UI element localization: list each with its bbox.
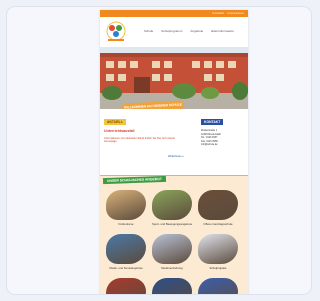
news-read-more-link[interactable]: Weiterlesen » xyxy=(168,155,184,158)
site-header: Schule Schulprogramm Angebote Elterninfo… xyxy=(100,17,248,47)
school-building-illustration xyxy=(100,47,248,109)
offer-tile[interactable]: Schulprojekte xyxy=(198,234,238,270)
offer-tile[interactable]: Offene Ganztagsschule xyxy=(198,190,238,226)
offer-heading: UNSER SCHULISCHES ANGEBOT xyxy=(102,175,166,185)
offer-tile[interactable] xyxy=(106,278,146,294)
offer-tile[interactable]: Musik- und Kunstangebote xyxy=(106,234,146,270)
offer-tile[interactable]: Sport- und Bewegungsangebote xyxy=(152,190,192,226)
offer-tile-photo[interactable] xyxy=(198,234,238,264)
offer-tile[interactable]: Medienerziehung xyxy=(152,234,192,270)
top-links[interactable]: Kontakt · Impressum xyxy=(213,11,244,15)
news-title[interactable]: Unterrichtsausfall xyxy=(104,129,135,133)
nav-item-schulprogramm[interactable]: Schulprogramm xyxy=(161,29,182,33)
offer-tile-photo[interactable] xyxy=(106,234,146,264)
contact-info: Musterstraße 1 12345 Musterstadt Tel.: 0… xyxy=(201,129,221,147)
offer-tile[interactable]: Förderkurse xyxy=(106,190,146,226)
top-bar: Kontakt · Impressum xyxy=(100,10,248,17)
offer-tile[interactable] xyxy=(152,278,192,294)
news-tag: AKTUELL xyxy=(104,119,126,125)
offer-tile-label[interactable]: Schulprojekte xyxy=(198,266,238,270)
offer-section: UNSER SCHULISCHES ANGEBOT Förderkurse Spo… xyxy=(100,175,248,294)
hero-image: WILLKOMMEN AN UNSERER SCHULE xyxy=(100,47,248,109)
browser-card: Kontakt · Impressum Schule Schulprogramm… xyxy=(6,6,312,295)
nav-item-angebote[interactable]: Angebote xyxy=(190,29,203,33)
offer-tile-label[interactable]: Medienerziehung xyxy=(152,266,192,270)
offer-tile[interactable] xyxy=(198,278,238,294)
offer-tile-label[interactable]: Musik- und Kunstangebote xyxy=(106,266,146,270)
offer-tile-label[interactable]: Offene Ganztagsschule xyxy=(198,222,238,226)
news-section: AKTUELL Unterrichtsausfall Informationen… xyxy=(100,115,248,175)
offer-tile-photo[interactable] xyxy=(152,190,192,220)
contact-email-link[interactable]: info@schule.de xyxy=(201,143,221,147)
nav-item-elterninformation[interactable]: Elterninformation xyxy=(211,29,234,33)
news-text: Informationen zum aktuellen Stand finden… xyxy=(104,137,176,144)
offer-tile-label[interactable]: Sport- und Bewegungsangebote xyxy=(152,222,192,226)
main-nav: Schule Schulprogramm Angebote Elterninfo… xyxy=(144,29,234,33)
offer-tile-label[interactable]: Förderkurse xyxy=(106,222,146,226)
school-logo-icon[interactable] xyxy=(104,20,128,44)
offer-tile-photo[interactable] xyxy=(152,278,192,294)
offer-tile-photo[interactable] xyxy=(106,190,146,220)
offer-tile-photo[interactable] xyxy=(198,278,238,294)
offer-tile-photo[interactable] xyxy=(106,278,146,294)
contact-tag: KONTAKT xyxy=(201,119,224,125)
website-preview: Kontakt · Impressum Schule Schulprogramm… xyxy=(100,10,248,294)
offer-tile-photo[interactable] xyxy=(152,234,192,264)
nav-item-schule[interactable]: Schule xyxy=(144,29,153,33)
offer-tile-photo[interactable] xyxy=(198,190,238,220)
